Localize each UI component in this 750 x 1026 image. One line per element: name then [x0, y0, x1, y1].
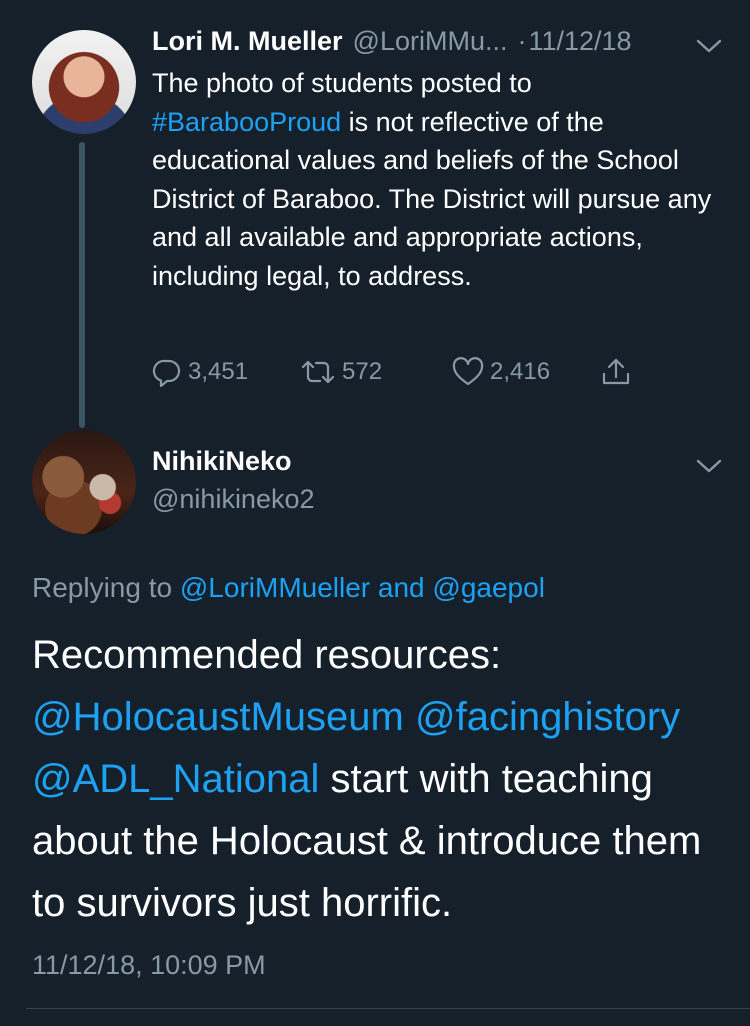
replying-user-link[interactable]: @LoriMMueller — [180, 572, 370, 603]
chevron-down-icon[interactable] — [696, 38, 722, 54]
reply-text-intro: Recommended resources: — [32, 633, 502, 677]
hashtag-link[interactable]: #BarabooProud — [152, 107, 341, 137]
reply-button[interactable]: 3,451 — [152, 352, 248, 392]
reply-timestamp[interactable]: 11/12/18, 10:09 PM — [32, 950, 266, 981]
reply-icon — [152, 357, 188, 387]
parent-tweet-header: Lori M. Mueller @LoriMMu... · 11/12/18 — [152, 26, 722, 66]
retweet-icon — [300, 357, 342, 387]
avatar-lori[interactable] — [32, 30, 136, 134]
reply-handle[interactable]: @nihikineko2 — [152, 484, 315, 515]
replying-and: and — [370, 572, 433, 603]
parent-date[interactable]: 11/12/18 — [528, 26, 631, 57]
chevron-down-icon[interactable] — [696, 458, 722, 474]
text-space — [404, 695, 415, 739]
reply-display-name[interactable]: NihikiNeko — [152, 446, 292, 477]
reply-count: 3,451 — [188, 358, 249, 385]
parent-display-name[interactable]: Lori M. Mueller — [152, 26, 343, 57]
replying-user-link[interactable]: @gaepol — [432, 572, 545, 603]
avatar-nihikineko[interactable] — [32, 430, 136, 534]
thread-connector-line — [79, 142, 85, 428]
replying-prefix: Replying to — [32, 572, 180, 603]
parent-text-start: The photo of students posted to — [152, 68, 532, 98]
tweet-thread: Lori M. Mueller @LoriMMu... · 11/12/18 T… — [0, 0, 750, 1026]
share-icon — [600, 356, 638, 388]
divider — [26, 1008, 750, 1009]
mention-link[interactable]: @HolocaustMuseum — [32, 695, 404, 739]
parent-action-bar: 3,451 572 2,416 — [152, 352, 672, 392]
parent-handle[interactable]: @LoriMMu... — [353, 26, 508, 57]
parent-tweet-text: The photo of students posted to #Baraboo… — [152, 64, 722, 295]
mention-link[interactable]: @ADL_National — [32, 757, 319, 801]
like-button[interactable]: 2,416 — [452, 352, 550, 392]
reply-tweet-text: Recommended resources: @HolocaustMuseum … — [32, 624, 732, 934]
header-separator: · — [517, 26, 527, 56]
mention-link[interactable]: @facinghistory — [415, 695, 680, 739]
retweet-count: 572 — [342, 358, 383, 385]
share-button[interactable] — [600, 352, 638, 392]
replying-to-line: Replying to @LoriMMueller and @gaepol — [32, 572, 545, 604]
like-count: 2,416 — [490, 358, 551, 385]
retweet-button[interactable]: 572 — [300, 352, 382, 392]
like-icon — [452, 357, 490, 387]
